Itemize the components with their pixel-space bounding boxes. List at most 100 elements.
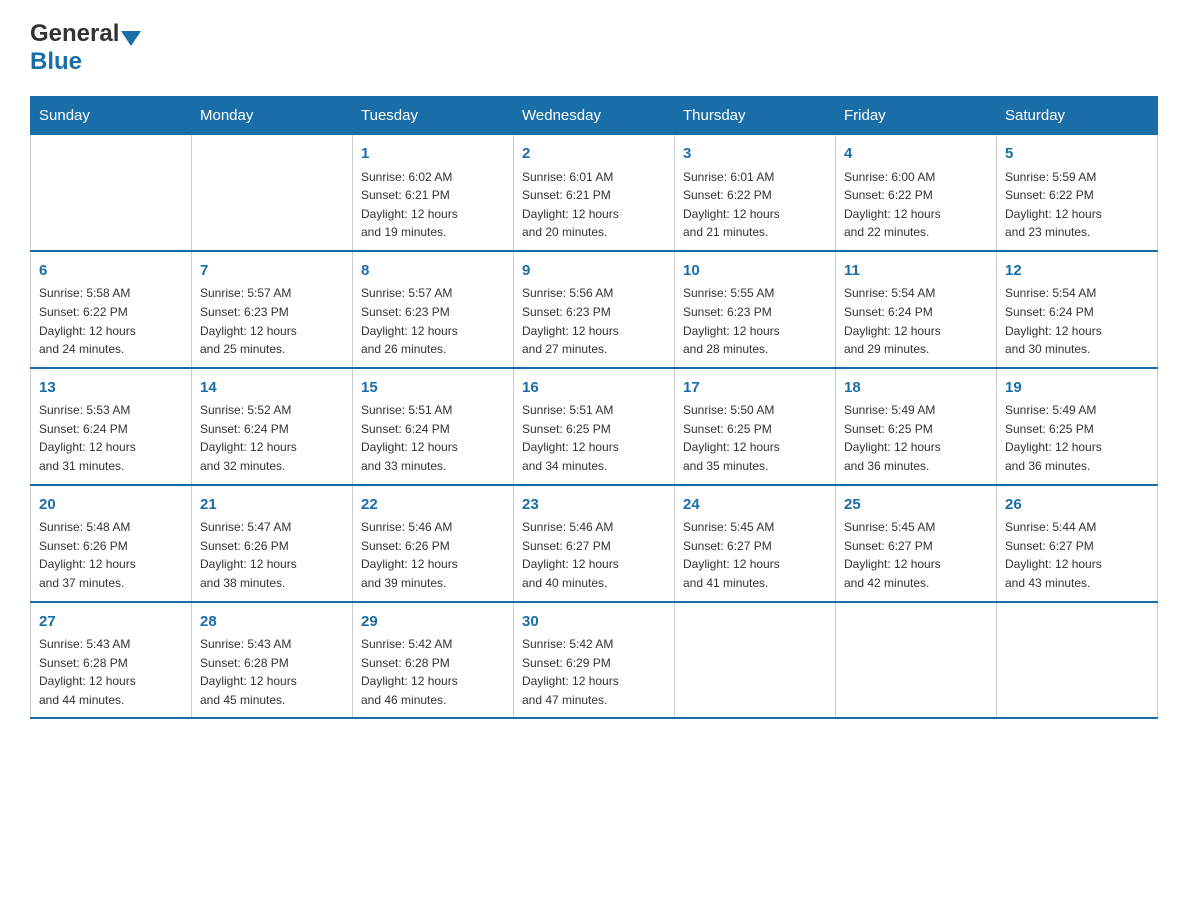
day-number: 29: [361, 611, 505, 634]
calendar-cell: 2Sunrise: 6:01 AM Sunset: 6:21 PM Daylig…: [514, 135, 675, 251]
calendar-cell: 9Sunrise: 5:56 AM Sunset: 6:23 PM Daylig…: [514, 251, 675, 368]
day-number: 11: [844, 260, 988, 283]
day-number: 2: [522, 143, 666, 166]
calendar-week-row: 27Sunrise: 5:43 AM Sunset: 6:28 PM Dayli…: [31, 602, 1158, 719]
day-info: Sunrise: 5:42 AM Sunset: 6:28 PM Dayligh…: [361, 635, 505, 709]
day-info: Sunrise: 6:00 AM Sunset: 6:22 PM Dayligh…: [844, 168, 988, 242]
calendar-table: SundayMondayTuesdayWednesdayThursdayFrid…: [30, 96, 1158, 719]
day-number: 4: [844, 143, 988, 166]
day-number: 6: [39, 260, 183, 283]
calendar-cell: 24Sunrise: 5:45 AM Sunset: 6:27 PM Dayli…: [675, 485, 836, 602]
day-number: 23: [522, 494, 666, 517]
calendar-cell: 11Sunrise: 5:54 AM Sunset: 6:24 PM Dayli…: [836, 251, 997, 368]
calendar-cell: 26Sunrise: 5:44 AM Sunset: 6:27 PM Dayli…: [997, 485, 1158, 602]
day-info: Sunrise: 5:42 AM Sunset: 6:29 PM Dayligh…: [522, 635, 666, 709]
day-number: 9: [522, 260, 666, 283]
day-number: 16: [522, 377, 666, 400]
day-info: Sunrise: 5:57 AM Sunset: 6:23 PM Dayligh…: [200, 284, 344, 358]
calendar-cell: 14Sunrise: 5:52 AM Sunset: 6:24 PM Dayli…: [192, 368, 353, 485]
calendar-cell: 27Sunrise: 5:43 AM Sunset: 6:28 PM Dayli…: [31, 602, 192, 719]
day-number: 20: [39, 494, 183, 517]
calendar-cell: 28Sunrise: 5:43 AM Sunset: 6:28 PM Dayli…: [192, 602, 353, 719]
day-number: 21: [200, 494, 344, 517]
calendar-cell: 6Sunrise: 5:58 AM Sunset: 6:22 PM Daylig…: [31, 251, 192, 368]
day-number: 24: [683, 494, 827, 517]
day-info: Sunrise: 5:51 AM Sunset: 6:24 PM Dayligh…: [361, 401, 505, 475]
day-number: 22: [361, 494, 505, 517]
calendar-week-row: 6Sunrise: 5:58 AM Sunset: 6:22 PM Daylig…: [31, 251, 1158, 368]
day-info: Sunrise: 5:54 AM Sunset: 6:24 PM Dayligh…: [844, 284, 988, 358]
day-info: Sunrise: 5:55 AM Sunset: 6:23 PM Dayligh…: [683, 284, 827, 358]
column-header-wednesday: Wednesday: [514, 97, 675, 135]
calendar-cell: [997, 602, 1158, 719]
day-number: 7: [200, 260, 344, 283]
day-info: Sunrise: 5:53 AM Sunset: 6:24 PM Dayligh…: [39, 401, 183, 475]
day-info: Sunrise: 5:52 AM Sunset: 6:24 PM Dayligh…: [200, 401, 344, 475]
calendar-cell: 12Sunrise: 5:54 AM Sunset: 6:24 PM Dayli…: [997, 251, 1158, 368]
calendar-cell: 30Sunrise: 5:42 AM Sunset: 6:29 PM Dayli…: [514, 602, 675, 719]
day-info: Sunrise: 5:49 AM Sunset: 6:25 PM Dayligh…: [844, 401, 988, 475]
day-number: 18: [844, 377, 988, 400]
day-info: Sunrise: 5:48 AM Sunset: 6:26 PM Dayligh…: [39, 518, 183, 592]
day-info: Sunrise: 5:49 AM Sunset: 6:25 PM Dayligh…: [1005, 401, 1149, 475]
day-info: Sunrise: 5:45 AM Sunset: 6:27 PM Dayligh…: [844, 518, 988, 592]
logo-general-text: General: [30, 20, 119, 48]
day-info: Sunrise: 5:50 AM Sunset: 6:25 PM Dayligh…: [683, 401, 827, 475]
day-number: 19: [1005, 377, 1149, 400]
column-header-friday: Friday: [836, 97, 997, 135]
calendar-cell: 21Sunrise: 5:47 AM Sunset: 6:26 PM Dayli…: [192, 485, 353, 602]
day-info: Sunrise: 6:02 AM Sunset: 6:21 PM Dayligh…: [361, 168, 505, 242]
day-info: Sunrise: 5:58 AM Sunset: 6:22 PM Dayligh…: [39, 284, 183, 358]
day-info: Sunrise: 5:43 AM Sunset: 6:28 PM Dayligh…: [39, 635, 183, 709]
day-number: 14: [200, 377, 344, 400]
column-header-sunday: Sunday: [31, 97, 192, 135]
column-header-tuesday: Tuesday: [353, 97, 514, 135]
day-number: 25: [844, 494, 988, 517]
calendar-cell: 17Sunrise: 5:50 AM Sunset: 6:25 PM Dayli…: [675, 368, 836, 485]
day-info: Sunrise: 5:59 AM Sunset: 6:22 PM Dayligh…: [1005, 168, 1149, 242]
day-info: Sunrise: 5:47 AM Sunset: 6:26 PM Dayligh…: [200, 518, 344, 592]
calendar-week-row: 1Sunrise: 6:02 AM Sunset: 6:21 PM Daylig…: [31, 135, 1158, 251]
day-number: 12: [1005, 260, 1149, 283]
calendar-cell: 22Sunrise: 5:46 AM Sunset: 6:26 PM Dayli…: [353, 485, 514, 602]
day-number: 27: [39, 611, 183, 634]
calendar-cell: [192, 135, 353, 251]
calendar-cell: 25Sunrise: 5:45 AM Sunset: 6:27 PM Dayli…: [836, 485, 997, 602]
calendar-cell: [836, 602, 997, 719]
day-info: Sunrise: 6:01 AM Sunset: 6:21 PM Dayligh…: [522, 168, 666, 242]
column-header-thursday: Thursday: [675, 97, 836, 135]
calendar-cell: 3Sunrise: 6:01 AM Sunset: 6:22 PM Daylig…: [675, 135, 836, 251]
calendar-cell: 7Sunrise: 5:57 AM Sunset: 6:23 PM Daylig…: [192, 251, 353, 368]
logo-triangle-icon: [121, 31, 141, 46]
calendar-cell: 1Sunrise: 6:02 AM Sunset: 6:21 PM Daylig…: [353, 135, 514, 251]
calendar-cell: 10Sunrise: 5:55 AM Sunset: 6:23 PM Dayli…: [675, 251, 836, 368]
day-number: 13: [39, 377, 183, 400]
day-number: 30: [522, 611, 666, 634]
logo-blue-text: Blue: [30, 48, 82, 75]
day-number: 1: [361, 143, 505, 166]
column-header-monday: Monday: [192, 97, 353, 135]
day-number: 10: [683, 260, 827, 283]
calendar-cell: 15Sunrise: 5:51 AM Sunset: 6:24 PM Dayli…: [353, 368, 514, 485]
day-info: Sunrise: 5:45 AM Sunset: 6:27 PM Dayligh…: [683, 518, 827, 592]
day-info: Sunrise: 5:46 AM Sunset: 6:27 PM Dayligh…: [522, 518, 666, 592]
day-info: Sunrise: 5:43 AM Sunset: 6:28 PM Dayligh…: [200, 635, 344, 709]
calendar-cell: 8Sunrise: 5:57 AM Sunset: 6:23 PM Daylig…: [353, 251, 514, 368]
day-number: 3: [683, 143, 827, 166]
day-info: Sunrise: 6:01 AM Sunset: 6:22 PM Dayligh…: [683, 168, 827, 242]
day-number: 15: [361, 377, 505, 400]
calendar-cell: 20Sunrise: 5:48 AM Sunset: 6:26 PM Dayli…: [31, 485, 192, 602]
calendar-week-row: 20Sunrise: 5:48 AM Sunset: 6:26 PM Dayli…: [31, 485, 1158, 602]
day-info: Sunrise: 5:57 AM Sunset: 6:23 PM Dayligh…: [361, 284, 505, 358]
calendar-header-row: SundayMondayTuesdayWednesdayThursdayFrid…: [31, 97, 1158, 135]
day-info: Sunrise: 5:51 AM Sunset: 6:25 PM Dayligh…: [522, 401, 666, 475]
day-number: 28: [200, 611, 344, 634]
calendar-cell: [675, 602, 836, 719]
calendar-cell: 23Sunrise: 5:46 AM Sunset: 6:27 PM Dayli…: [514, 485, 675, 602]
day-info: Sunrise: 5:54 AM Sunset: 6:24 PM Dayligh…: [1005, 284, 1149, 358]
day-number: 5: [1005, 143, 1149, 166]
calendar-cell: 5Sunrise: 5:59 AM Sunset: 6:22 PM Daylig…: [997, 135, 1158, 251]
calendar-cell: 19Sunrise: 5:49 AM Sunset: 6:25 PM Dayli…: [997, 368, 1158, 485]
page-header: General Blue: [30, 20, 1158, 76]
logo: General Blue: [30, 20, 143, 76]
